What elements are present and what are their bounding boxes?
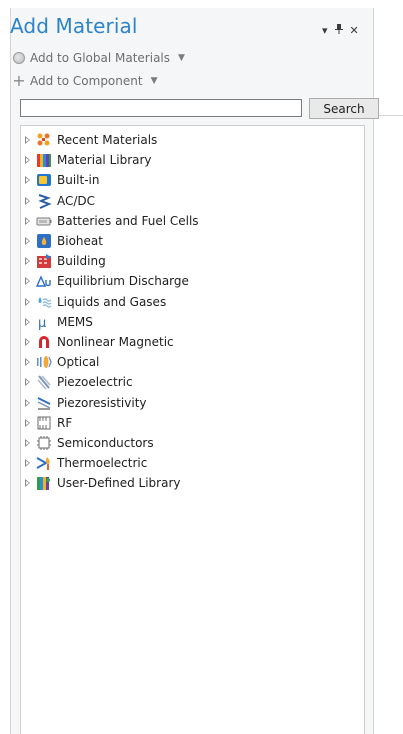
expand-arrow-icon[interactable] <box>25 378 30 387</box>
add-to-component-label: Add to Component <box>30 74 143 88</box>
tree-item-nonlinear-magnetic[interactable]: Nonlinear Magnetic <box>21 332 364 352</box>
battery-icon <box>36 213 52 229</box>
mems-icon: μ <box>36 314 52 330</box>
tree-item-thermoelectric[interactable]: Thermoelectric <box>21 453 364 473</box>
add-to-global-label: Add to Global Materials <box>30 51 171 65</box>
tree-item-optical[interactable]: Optical <box>21 352 364 372</box>
expand-arrow-icon[interactable] <box>25 459 30 468</box>
expand-arrow-icon[interactable] <box>25 297 30 306</box>
pin-icon[interactable] <box>334 24 343 37</box>
chevron-down-icon[interactable]: ▼ <box>178 53 185 63</box>
expand-arrow-icon[interactable] <box>25 317 30 326</box>
search-button[interactable]: Search <box>309 98 379 119</box>
tree-item-semiconductors[interactable]: Semiconductors <box>21 433 364 453</box>
expand-arrow-icon[interactable] <box>25 337 30 346</box>
user-library-icon <box>36 475 52 491</box>
window-controls: ▾ ✕ <box>322 24 359 37</box>
acdc-icon <box>36 193 52 209</box>
building-icon <box>36 253 52 269</box>
built-in-icon <box>36 172 52 188</box>
liquids-gases-icon <box>36 294 52 310</box>
tree-item-acdc[interactable]: AC/DC <box>21 191 364 211</box>
tree-item-equilibrium-discharge[interactable]: Equilibrium Discharge <box>21 271 364 291</box>
expand-arrow-icon[interactable] <box>25 196 30 205</box>
expand-arrow-icon[interactable] <box>25 479 30 488</box>
tree-item-label: MEMS <box>57 314 93 329</box>
tree-item-recent-materials[interactable]: Recent Materials <box>21 130 364 150</box>
panel-title: Add Material <box>10 14 138 38</box>
tree-item-liquids-gases[interactable]: Liquids and Gases <box>21 292 364 312</box>
expand-arrow-icon[interactable] <box>25 277 30 286</box>
add-to-global-materials-button[interactable]: Add to Global Materials ▼ <box>12 51 185 65</box>
tree-item-label: Bioheat <box>57 234 103 249</box>
close-icon[interactable]: ✕ <box>350 24 359 37</box>
tree-item-piezoresistivity[interactable]: Piezoresistivity <box>21 392 364 412</box>
expand-arrow-icon[interactable] <box>25 237 30 246</box>
search-input[interactable] <box>20 99 302 117</box>
tree-item-label: Optical <box>57 355 100 370</box>
tree-item-piezoelectric[interactable]: Piezoelectric <box>21 372 364 392</box>
svg-text:μ: μ <box>38 316 46 330</box>
tree-item-label: Material Library <box>57 153 152 168</box>
tree-item-label: Nonlinear Magnetic <box>57 334 174 349</box>
tree-item-user-defined-library[interactable]: User-Defined Library <box>21 473 364 493</box>
tree-item-built-in[interactable]: Built-in <box>21 170 364 190</box>
tree-item-label: Thermoelectric <box>57 456 148 471</box>
bioheat-icon <box>36 233 52 249</box>
tree-item-label: Recent Materials <box>57 133 158 148</box>
tree-item-label: Built-in <box>57 173 100 188</box>
magnet-icon <box>36 334 52 350</box>
globe-icon <box>12 51 26 65</box>
tree-item-rf[interactable]: RF <box>21 413 364 433</box>
tree-item-label: User-Defined Library <box>57 476 181 491</box>
tree-item-label: Piezoresistivity <box>57 395 147 410</box>
tree-item-material-library[interactable]: Material Library <box>21 150 364 170</box>
material-tree[interactable]: Recent Materials Material Library Built-… <box>20 125 365 734</box>
search-bar: Search <box>10 98 379 120</box>
tree-item-label: Equilibrium Discharge <box>57 274 189 289</box>
tree-item-label: AC/DC <box>57 193 96 208</box>
recent-materials-icon <box>36 132 52 148</box>
tree-item-label: Liquids and Gases <box>57 294 167 309</box>
piezoelectric-icon <box>36 374 52 390</box>
chevron-down-icon[interactable]: ▼ <box>151 76 158 86</box>
expand-arrow-icon[interactable] <box>25 136 30 145</box>
tree-item-label: Building <box>57 254 106 269</box>
add-to-component-button[interactable]: + Add to Component ▼ <box>12 71 158 90</box>
expand-arrow-icon[interactable] <box>25 438 30 447</box>
semiconductor-icon <box>36 435 52 451</box>
plus-icon: + <box>12 71 26 90</box>
tree-item-label: Semiconductors <box>57 435 154 450</box>
expand-arrow-icon[interactable] <box>25 176 30 185</box>
piezoresistivity-icon <box>36 395 52 411</box>
tree-item-mems[interactable]: μ MEMS <box>21 312 364 332</box>
expand-arrow-icon[interactable] <box>25 216 30 225</box>
tree-item-label: Batteries and Fuel Cells <box>57 213 199 228</box>
tree-item-label: RF <box>57 415 73 430</box>
tree-item-batteries-fuel-cells[interactable]: Batteries and Fuel Cells <box>21 211 364 231</box>
expand-arrow-icon[interactable] <box>25 418 30 427</box>
rf-icon <box>36 415 52 431</box>
tree-item-building[interactable]: Building <box>21 251 364 271</box>
expand-arrow-icon[interactable] <box>25 156 30 165</box>
equilibrium-discharge-icon <box>36 273 52 289</box>
tree-item-label: Piezoelectric <box>57 375 133 390</box>
panel-menu-icon[interactable]: ▾ <box>322 24 328 37</box>
expand-arrow-icon[interactable] <box>25 257 30 266</box>
expand-arrow-icon[interactable] <box>25 358 30 367</box>
material-library-icon <box>36 152 52 168</box>
expand-arrow-icon[interactable] <box>25 398 30 407</box>
tree-item-bioheat[interactable]: Bioheat <box>21 231 364 251</box>
optical-icon <box>36 354 52 370</box>
thermoelectric-icon <box>36 455 52 471</box>
